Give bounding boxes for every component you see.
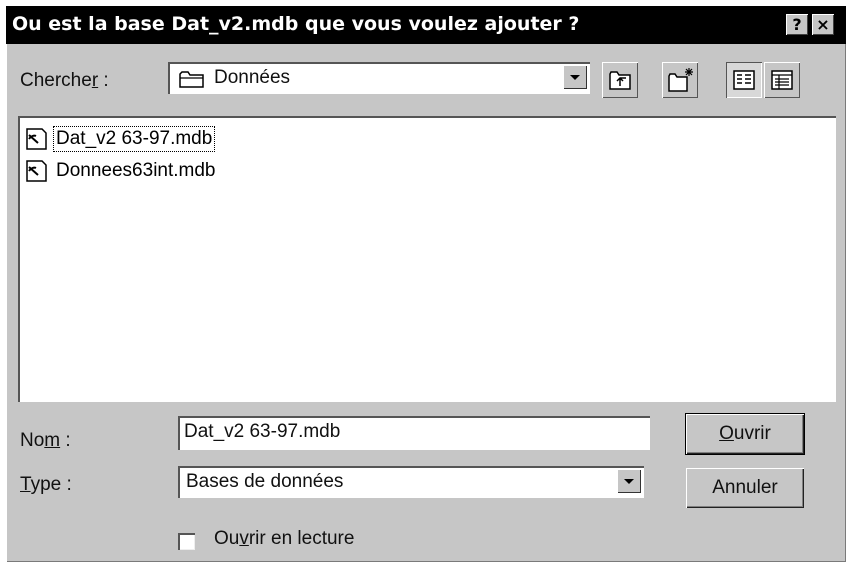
filename-label: Nom : bbox=[20, 430, 71, 451]
filename-input[interactable] bbox=[184, 420, 634, 444]
filetype-label: Type : bbox=[20, 474, 72, 495]
readonly-label[interactable]: Ouvrir en lecture bbox=[214, 528, 354, 550]
file-item[interactable]: Donnees63int.mdb bbox=[24, 158, 218, 184]
help-button[interactable]: ? bbox=[786, 14, 808, 35]
lookin-combo[interactable]: Données bbox=[168, 62, 590, 94]
lookin-dropdown-button[interactable] bbox=[563, 65, 587, 89]
create-new-folder-button[interactable] bbox=[662, 62, 698, 98]
open-button[interactable]: Ouvrir bbox=[685, 413, 805, 455]
close-button[interactable]: × bbox=[812, 14, 834, 35]
readonly-checkbox[interactable] bbox=[178, 533, 195, 550]
file-item[interactable]: Dat_v2 63-97.mdb bbox=[24, 126, 216, 152]
up-folder-icon bbox=[609, 71, 631, 90]
database-file-icon bbox=[26, 160, 47, 182]
new-folder-icon bbox=[668, 68, 693, 92]
file-name: Donnees63int.mdb bbox=[56, 160, 216, 181]
filetype-value: Bases de données bbox=[186, 471, 344, 492]
list-view-icon bbox=[733, 70, 755, 90]
database-file-icon bbox=[26, 128, 47, 150]
dialog-title: Ou est la base Dat_v2.mdb que vous voule… bbox=[12, 13, 580, 35]
lookin-label: Chercher : bbox=[20, 70, 109, 91]
filename-field[interactable] bbox=[178, 416, 650, 450]
title-bar[interactable]: Ou est la base Dat_v2.mdb que vous voule… bbox=[6, 6, 846, 44]
lookin-value: Données bbox=[214, 67, 291, 88]
cancel-button[interactable]: Annuler bbox=[686, 468, 804, 508]
up-one-level-button[interactable] bbox=[602, 62, 638, 98]
details-view-icon bbox=[771, 70, 793, 90]
folder-icon bbox=[179, 71, 204, 88]
details-view-button[interactable] bbox=[764, 62, 800, 98]
filetype-dropdown-button[interactable] bbox=[617, 469, 641, 493]
file-list[interactable]: Dat_v2 63-97.mdb Donnees63int.mdb bbox=[18, 116, 836, 402]
file-name: Dat_v2 63-97.mdb bbox=[52, 126, 216, 152]
open-database-dialog: Ou est la base Dat_v2.mdb que vous voule… bbox=[6, 6, 846, 562]
filetype-combo[interactable]: Bases de données bbox=[178, 466, 644, 498]
list-view-button[interactable] bbox=[726, 62, 762, 98]
